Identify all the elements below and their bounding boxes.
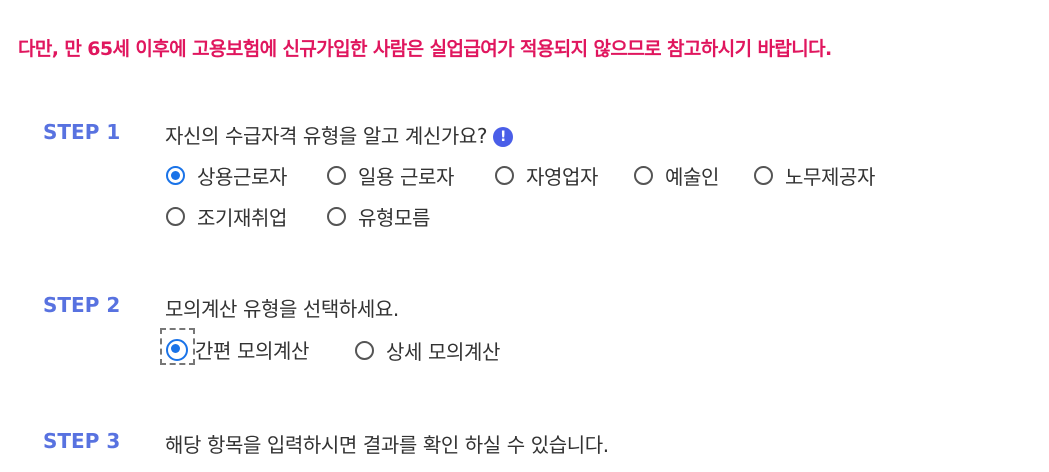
radio-circle[interactable] — [355, 341, 374, 360]
radio-label: 일용 근로자 — [358, 165, 454, 189]
radio-circle-checked[interactable] — [166, 338, 188, 361]
step-1-question-text: 자신의 수급자격 유형을 알고 계신가요? — [165, 124, 488, 148]
radio-label: 자영업자 — [526, 165, 598, 189]
radio-sangse[interactable]: 상세 모의계산 — [355, 336, 500, 365]
step-3-text: 해당 항목을 입력하시면 결과를 확인 하실 수 있습니다. — [165, 433, 609, 457]
radio-label: 조기재취업 — [197, 206, 287, 230]
radio-label: 상세 모의계산 — [386, 340, 500, 364]
radio-label: 상용근로자 — [197, 165, 287, 189]
radio-circle[interactable] — [166, 207, 185, 226]
step-1-question: 자신의 수급자격 유형을 알고 계신가요?! — [165, 120, 514, 149]
radio-circle-checked[interactable] — [166, 166, 185, 185]
info-icon[interactable]: ! — [493, 127, 514, 147]
notice-text: 다만, 만 65세 이후에 고용보험에 신규가입한 사람은 실업급여가 적용되지… — [18, 38, 832, 60]
step-3-label: STEP 3 — [43, 429, 121, 453]
step-1-label: STEP 1 — [43, 120, 121, 144]
radio-circle[interactable] — [634, 166, 653, 185]
step-2-question: 모의계산 유형을 선택하세요. — [165, 297, 399, 321]
radio-label: 노무제공자 — [785, 165, 875, 189]
radio-circle[interactable] — [754, 166, 773, 185]
radio-circle[interactable] — [327, 207, 346, 226]
radio-circle[interactable] — [327, 166, 346, 185]
radio-nomu[interactable]: 노무제공자 — [754, 161, 875, 190]
radio-jogi[interactable]: 조기재취업 — [166, 202, 287, 231]
radio-label: 예술인 — [665, 165, 719, 189]
radio-circle[interactable] — [495, 166, 514, 185]
step-2-label: STEP 2 — [43, 293, 121, 317]
radio-ilyong[interactable]: 일용 근로자 — [327, 161, 454, 190]
radio-moreum[interactable]: 유형모름 — [327, 202, 430, 231]
radio-sangyong[interactable]: 상용근로자 — [166, 161, 287, 190]
radio-label: 유형모름 — [358, 206, 430, 230]
radio-yesulin[interactable]: 예술인 — [634, 161, 719, 190]
radio-label: 간편 모의계산 — [195, 339, 309, 363]
radio-jayeong[interactable]: 자영업자 — [495, 161, 598, 190]
radio-ganpyeon[interactable]: 간편 모의계산 — [166, 335, 309, 364]
